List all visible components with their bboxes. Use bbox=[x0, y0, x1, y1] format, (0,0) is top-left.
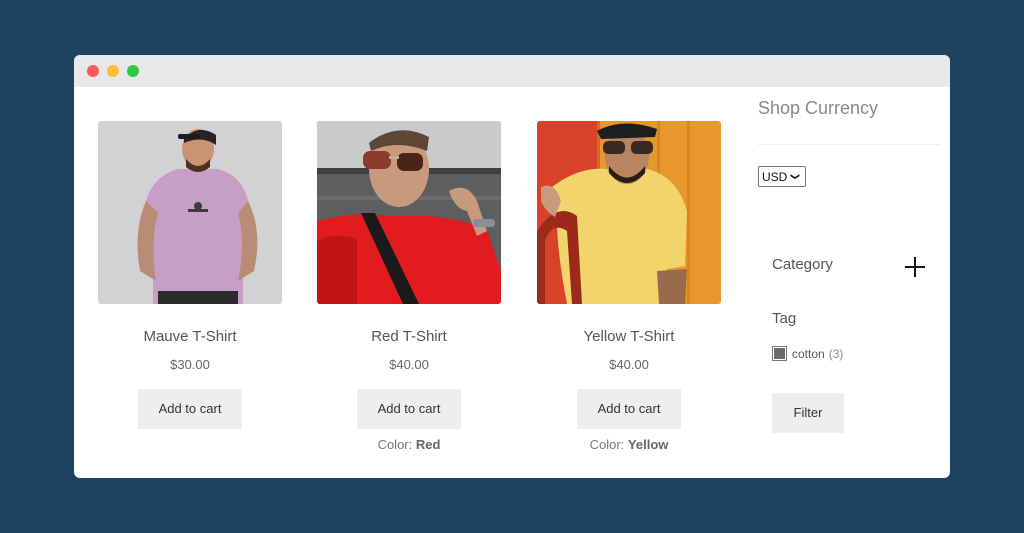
close-window-button[interactable] bbox=[87, 65, 99, 77]
shop-currency-title: Shop Currency bbox=[758, 98, 879, 118]
tag-filter-label: Tag bbox=[772, 310, 797, 327]
product-card: Red T-Shirt $40.00 Add to cart Color: Re… bbox=[317, 121, 501, 452]
product-price: $40.00 bbox=[609, 357, 649, 372]
tag-option-cotton[interactable]: cotton (3) bbox=[772, 346, 843, 361]
man-in-mauve-tshirt-photo bbox=[98, 121, 282, 304]
chevron-down-icon: ❯ bbox=[790, 172, 801, 181]
product-color-attribute: Color: Red bbox=[317, 437, 501, 452]
product-card: Yellow T-Shirt $40.00 Add to cart Color:… bbox=[537, 121, 721, 452]
color-label: Color: bbox=[589, 437, 628, 452]
product-price: $40.00 bbox=[389, 357, 429, 372]
filter-button[interactable]: Filter bbox=[772, 393, 844, 433]
category-filter-label[interactable]: Category bbox=[772, 256, 833, 273]
product-image[interactable] bbox=[317, 121, 501, 304]
shop-page: Mauve T-Shirt $30.00 Add to cart Red T-S… bbox=[74, 87, 950, 478]
tag-checkbox[interactable] bbox=[772, 346, 787, 361]
product-name[interactable]: Yellow T-Shirt bbox=[537, 328, 721, 345]
product-color-attribute: Color: Yellow bbox=[537, 437, 721, 452]
add-to-cart-button[interactable]: Add to cart bbox=[577, 389, 681, 429]
title-bar bbox=[74, 55, 950, 87]
browser-window: Mauve T-Shirt $30.00 Add to cart Red T-S… bbox=[74, 55, 950, 478]
tag-option-label: cotton bbox=[792, 346, 825, 361]
add-to-cart-button[interactable]: Add to cart bbox=[138, 389, 242, 429]
man-in-red-tshirt-photo bbox=[317, 121, 501, 304]
product-image[interactable] bbox=[98, 121, 282, 304]
man-in-yellow-tshirt-photo bbox=[537, 121, 721, 304]
product-name[interactable]: Mauve T-Shirt bbox=[98, 328, 282, 345]
minimize-window-button[interactable] bbox=[107, 65, 119, 77]
currency-select[interactable]: USD ❯ bbox=[758, 166, 806, 187]
maximize-window-button[interactable] bbox=[127, 65, 139, 77]
product-card: Mauve T-Shirt $30.00 Add to cart bbox=[98, 121, 282, 429]
currency-selected-value: USD bbox=[762, 169, 788, 184]
product-name[interactable]: Red T-Shirt bbox=[317, 328, 501, 345]
checkbox-checked-mark bbox=[774, 348, 785, 359]
color-value: Yellow bbox=[627, 437, 669, 452]
product-price: $30.00 bbox=[170, 357, 210, 372]
color-value: Red bbox=[415, 437, 441, 452]
divider bbox=[758, 144, 940, 145]
add-to-cart-button[interactable]: Add to cart bbox=[357, 389, 461, 429]
color-label: Color: bbox=[377, 437, 416, 452]
tag-option-count: (3) bbox=[828, 346, 844, 361]
plus-icon[interactable] bbox=[905, 257, 925, 277]
product-image[interactable] bbox=[537, 121, 721, 304]
